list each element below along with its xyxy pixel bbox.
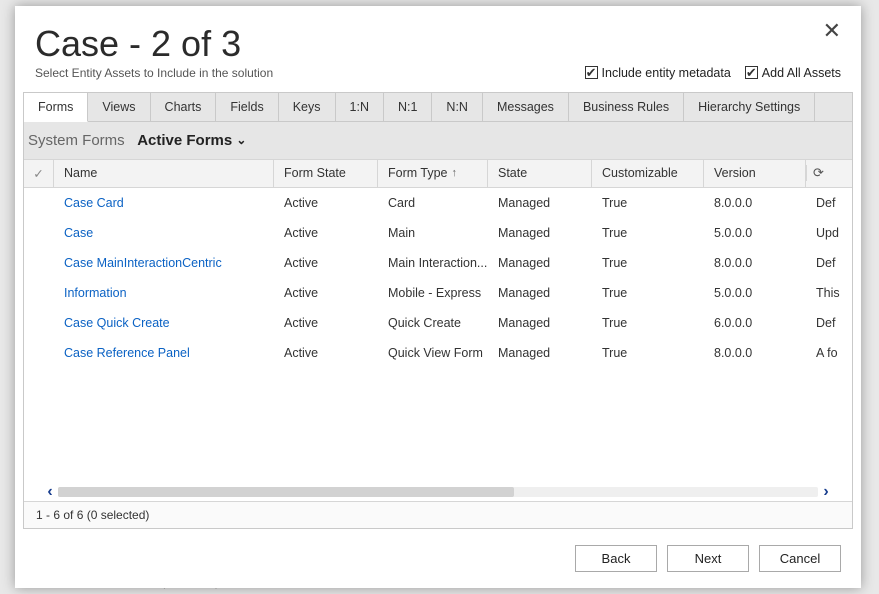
scroll-left-icon[interactable]: ‹ [42,483,58,501]
cell-version: 8.0.0.0 [704,338,806,368]
table-row[interactable]: Case Reference Panel ActiveQuick View For… [24,338,852,368]
view-selector-bar: System Forms Active Forms ⌄ [24,122,852,159]
tab-strip: Forms Views Charts Fields Keys 1:N N:1 N… [24,93,852,122]
page-title: Case - 2 of 3 [35,24,841,64]
wizard-dialog: ✕ Case - 2 of 3 Select Entity Assets to … [15,6,861,588]
include-entity-metadata-label: Include entity metadata [602,66,731,80]
cell-version: 6.0.0.0 [704,308,806,338]
column-version[interactable]: Version [704,160,806,187]
tab-forms[interactable]: Forms [24,93,88,122]
cell-customizable: True [592,188,704,218]
cell-customizable: True [592,338,704,368]
form-name-link[interactable]: Case Card [64,196,124,210]
tab-charts[interactable]: Charts [151,93,217,121]
cell-state: Managed [488,188,592,218]
tab-hierarchy-settings[interactable]: Hierarchy Settings [684,93,815,121]
cell-customizable: True [592,248,704,278]
cell-version: 5.0.0.0 [704,278,806,308]
chevron-down-icon: ⌄ [236,133,246,147]
cell-version: 8.0.0.0 [704,248,806,278]
column-state[interactable]: State [488,160,592,187]
cell-state: Managed [488,278,592,308]
row-checkbox[interactable] [24,248,54,278]
row-checkbox[interactable] [24,308,54,338]
tab-keys[interactable]: Keys [279,93,336,121]
cell-state: Managed [488,248,592,278]
grid-header: ✓ Name Form State Form Type↑ State Custo… [24,160,852,188]
view-selector[interactable]: Active Forms ⌄ [137,132,246,149]
cell-form-state: Active [274,248,378,278]
table-row[interactable]: Case MainInteractionCentric ActiveMain In… [24,248,852,278]
cell-form-state: Active [274,338,378,368]
tab-fields[interactable]: Fields [216,93,278,121]
tab-n1[interactable]: N:1 [384,93,432,121]
include-entity-metadata-checkbox[interactable]: ✔ Include entity metadata [585,66,731,80]
table-row[interactable]: Case ActiveMainManagedTrue5.0.0.0Upd [24,218,852,248]
tab-1n[interactable]: 1:N [336,93,384,121]
tab-views[interactable]: Views [88,93,150,121]
column-name[interactable]: Name [54,160,274,187]
row-checkbox[interactable] [24,218,54,248]
cell-version: 8.0.0.0 [704,188,806,218]
refresh-icon[interactable]: ⟳ [806,165,830,181]
cell-description: Def [806,248,852,278]
scroll-track[interactable] [58,487,818,497]
cell-description: Upd [806,218,852,248]
column-customizable[interactable]: Customizable [592,160,704,187]
cancel-button[interactable]: Cancel [759,545,841,572]
cell-form-type: Main [378,218,488,248]
form-name-link[interactable]: Case Reference Panel [64,346,190,360]
add-all-assets-label: Add All Assets [762,66,841,80]
cell-state: Managed [488,308,592,338]
page-subtitle: Select Entity Assets to Include in the s… [35,66,273,80]
cell-form-state: Active [274,188,378,218]
table-row[interactable]: Information ActiveMobile - ExpressManaged… [24,278,852,308]
grid-status-bar: 1 - 6 of 6 (0 selected) [24,501,852,528]
cell-form-state: Active [274,218,378,248]
cell-customizable: True [592,218,704,248]
cell-form-type: Card [378,188,488,218]
cell-state: Managed [488,338,592,368]
scroll-thumb[interactable] [58,487,514,497]
cell-description: Def [806,308,852,338]
select-all-checkbox[interactable]: ✓ [24,160,54,187]
row-checkbox[interactable] [24,188,54,218]
cell-description: Def [806,188,852,218]
column-form-state[interactable]: Form State [274,160,378,187]
cell-description: A fo [806,338,852,368]
form-name-link[interactable]: Case MainInteractionCentric [64,256,222,270]
next-button[interactable]: Next [667,545,749,572]
close-icon[interactable]: ✕ [823,20,841,42]
table-row[interactable]: Case Quick Create ActiveQuick CreateManag… [24,308,852,338]
row-checkbox[interactable] [24,278,54,308]
tab-nn[interactable]: N:N [432,93,483,121]
form-name-link[interactable]: Case [64,226,93,240]
cell-form-type: Quick View Form [378,338,488,368]
wizard-buttons: Back Next Cancel [15,529,861,588]
form-name-link[interactable]: Information [64,286,127,300]
add-all-assets-checkbox[interactable]: ✔ Add All Assets [745,66,841,80]
dialog-header: Case - 2 of 3 Select Entity Assets to In… [15,6,861,86]
view-category-label: System Forms [28,132,125,149]
cell-form-state: Active [274,278,378,308]
back-button[interactable]: Back [575,545,657,572]
scroll-right-icon[interactable]: › [818,483,834,501]
cell-customizable: True [592,278,704,308]
cell-form-type: Mobile - Express [378,278,488,308]
tab-messages[interactable]: Messages [483,93,569,121]
cell-description: This [806,278,852,308]
cell-version: 5.0.0.0 [704,218,806,248]
tab-business-rules[interactable]: Business Rules [569,93,684,121]
sort-ascending-icon: ↑ [452,167,458,179]
column-form-type[interactable]: Form Type↑ [378,160,488,187]
form-name-link[interactable]: Case Quick Create [64,316,170,330]
cell-form-state: Active [274,308,378,338]
table-row[interactable]: Case Card ActiveCardManagedTrue8.0.0.0Def [24,188,852,218]
horizontal-scrollbar[interactable]: ‹ › [24,483,852,501]
cell-state: Managed [488,218,592,248]
cell-form-type: Main Interaction... [378,248,488,278]
cell-customizable: True [592,308,704,338]
cell-form-type: Quick Create [378,308,488,338]
row-checkbox[interactable] [24,338,54,368]
